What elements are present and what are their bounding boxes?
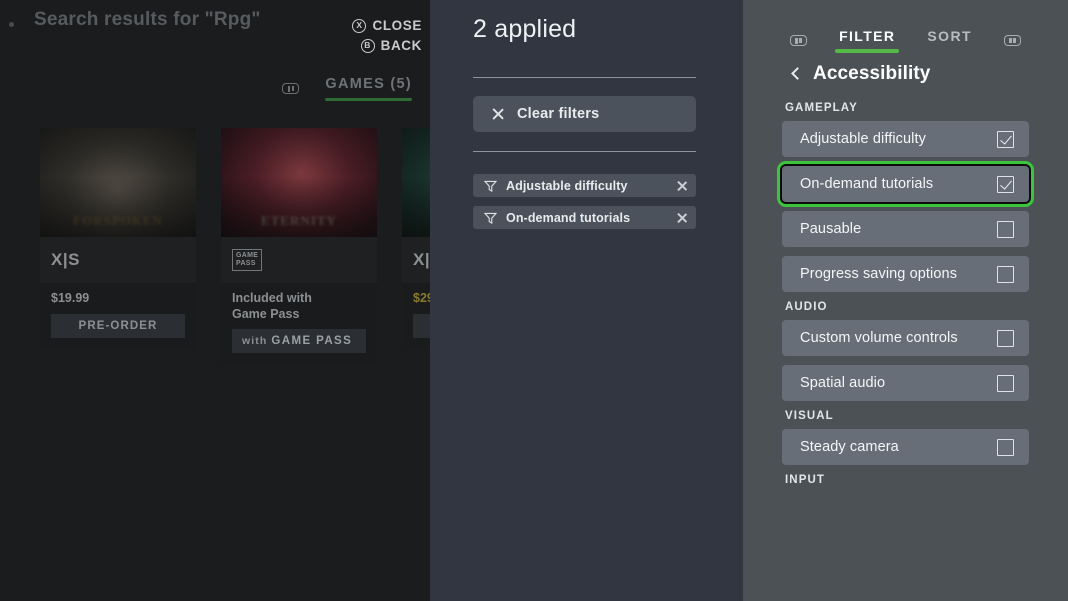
game-art-title: ETERNITY <box>261 213 337 228</box>
preorder-button[interactable]: PRE-ORDER <box>413 313 430 338</box>
game-tile[interactable]: FORSPOKEN X|S $19.99 PRE-ORDER <box>40 128 196 365</box>
option-label: Progress saving options <box>800 266 958 282</box>
applied-filter-chip-list: Adjustable difficulty On-demand tutorial… <box>473 174 696 238</box>
checkbox-unchecked-icon[interactable] <box>997 329 1014 347</box>
game-tile-footer: $29.99 PRE-ORDER <box>402 283 430 350</box>
checkbox-unchecked-icon[interactable] <box>997 220 1014 238</box>
tab-games[interactable]: GAMES (5) <box>325 76 412 101</box>
background-store-page: Search results for "Rpg" X CLOSE B BACK … <box>0 0 430 601</box>
checkbox-checked-icon[interactable] <box>997 175 1014 193</box>
game-price: $29.99 <box>413 291 430 305</box>
search-results-title: Search results for "Rpg" <box>34 9 261 30</box>
applied-filter-chip[interactable]: Adjustable difficulty <box>473 174 696 197</box>
close-hint-label: CLOSE <box>372 18 422 33</box>
game-pass-cta-label: GAME PASS <box>271 335 353 348</box>
close-hint[interactable]: X CLOSE <box>352 18 422 33</box>
panel-title: Accessibility <box>813 63 931 84</box>
group-label-input: INPUT <box>785 474 825 486</box>
remove-filter-icon[interactable] <box>676 180 688 192</box>
game-tile-footer: $19.99 PRE-ORDER <box>40 283 196 350</box>
checkbox-unchecked-icon[interactable] <box>997 265 1014 283</box>
game-art-title: FORSPOKEN <box>73 213 163 228</box>
x-button-icon: X <box>352 18 367 33</box>
background-tab-bar: GAMES (5) <box>0 76 430 101</box>
filter-funnel-icon <box>484 212 497 224</box>
game-tile[interactable]: Sh X|S $29.99 PRE-ORDER <box>402 128 430 365</box>
option-label: Spatial audio <box>800 375 886 391</box>
group-label-audio: AUDIO <box>785 301 828 313</box>
xbox-series-badge: X|S <box>413 250 430 269</box>
rb-bumper-icon[interactable] <box>1003 35 1021 46</box>
applied-count-title: 2 applied <box>473 15 577 43</box>
option-row-steady-camera[interactable]: Steady camera <box>782 429 1029 465</box>
back-hint-label: BACK <box>380 38 422 53</box>
remove-filter-icon[interactable] <box>676 212 688 224</box>
game-price: $19.99 <box>51 291 90 305</box>
game-art: FORSPOKEN <box>40 128 196 237</box>
applied-filters-panel: 2 applied <box>430 0 743 601</box>
option-label: Steady camera <box>800 439 899 455</box>
panel-header[interactable]: Accessibility <box>743 53 1068 85</box>
applied-filter-chip[interactable]: On-demand tutorials <box>473 206 696 229</box>
filter-options-panel: FILTER SORT Accessibility GAMEPLAY Adjus… <box>743 0 1068 601</box>
option-row-adjustable-difficulty[interactable]: Adjustable difficulty <box>782 121 1029 157</box>
xbox-store-filter-screen: Search results for "Rpg" X CLOSE B BACK … <box>0 0 1068 601</box>
filter-group-list: GAMEPLAY Adjustable difficulty On-demand… <box>743 85 1068 486</box>
option-row-spatial-audio[interactable]: Spatial audio <box>782 365 1029 401</box>
filter-funnel-icon <box>484 180 497 192</box>
game-art: ETERNITY <box>221 128 377 237</box>
game-tile-meta: GAME PASS <box>221 237 377 283</box>
option-label: Adjustable difficulty <box>800 131 926 147</box>
checkbox-unchecked-icon[interactable] <box>997 374 1014 392</box>
lb-bumper-icon <box>282 83 300 94</box>
option-label: On-demand tutorials <box>800 176 934 192</box>
game-tile-grid: FORSPOKEN X|S $19.99 PRE-ORDER ETERNITY … <box>40 128 430 366</box>
clear-filters-button[interactable]: Clear filters <box>473 96 696 132</box>
xbox-series-badge: X|S <box>51 250 80 269</box>
group-label-gameplay: GAMEPLAY <box>785 102 858 114</box>
game-art: Sh <box>402 128 430 237</box>
lb-bumper-icon[interactable] <box>790 35 808 46</box>
game-pass-badge: GAME PASS <box>232 249 263 271</box>
game-pass-cta[interactable]: with GAME PASS <box>232 329 366 354</box>
checkbox-checked-icon[interactable] <box>997 130 1014 148</box>
game-tile-meta: X|S <box>402 237 430 283</box>
game-tile-footer: Included with Game Pass with GAME PASS <box>221 283 377 366</box>
option-label: Pausable <box>800 221 862 237</box>
option-row-pausable[interactable]: Pausable <box>782 211 1029 247</box>
b-button-icon: B <box>360 38 375 53</box>
back-hint[interactable]: B BACK <box>352 38 422 53</box>
option-row-progress-saving-options[interactable]: Progress saving options <box>782 256 1029 292</box>
clear-filters-label: Clear filters <box>517 106 600 122</box>
background-action-hints: X CLOSE B BACK <box>352 18 422 58</box>
option-row-custom-volume-controls[interactable]: Custom volume controls <box>782 320 1029 356</box>
group-label-visual: VISUAL <box>785 410 834 422</box>
chevron-left-icon[interactable] <box>791 67 804 80</box>
option-label: Custom volume controls <box>800 330 958 346</box>
game-art-title: Sh <box>402 213 430 229</box>
filter-sort-tab-bar: FILTER SORT <box>743 0 1068 53</box>
divider-top <box>473 77 696 78</box>
tab-filter[interactable]: FILTER <box>835 28 900 53</box>
preorder-button[interactable]: PRE-ORDER <box>51 313 185 338</box>
tab-sort[interactable]: SORT <box>927 28 972 53</box>
background-dot <box>9 22 14 27</box>
applied-filter-label: On-demand tutorials <box>506 210 631 225</box>
applied-filter-label: Adjustable difficulty <box>506 178 628 193</box>
option-row-on-demand-tutorials[interactable]: On-demand tutorials <box>782 166 1029 202</box>
game-tile[interactable]: ETERNITY GAME PASS Included with Game Pass… <box>221 128 377 366</box>
checkbox-unchecked-icon[interactable] <box>997 438 1014 456</box>
divider-bottom <box>473 151 696 152</box>
game-tile-meta: X|S <box>40 237 196 283</box>
game-price: Included with Game Pass <box>232 291 312 321</box>
close-icon <box>491 107 505 121</box>
